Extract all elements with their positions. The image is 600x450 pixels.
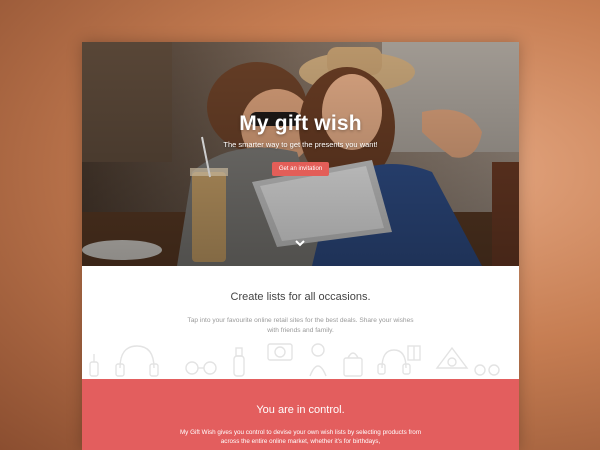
glasses-icon (185, 361, 217, 375)
control-section: You are in control. My Gift Wish gives y… (82, 379, 519, 450)
hero-title: My gift wish (239, 112, 362, 135)
headphones-icon (377, 349, 411, 375)
gift-icon (407, 345, 421, 361)
gift-icon (435, 346, 469, 369)
bottle-icon (89, 354, 99, 377)
bottle-icon (233, 347, 245, 377)
hero-photo (82, 42, 519, 266)
baby-icon (309, 343, 327, 377)
occasions-text: Tap into your favourite online retail si… (187, 317, 414, 334)
headphones-icon (115, 345, 159, 377)
camera-icon (267, 343, 293, 361)
hero-section: My gift wish The smarter way to get the … (82, 42, 519, 266)
occasions-title: Create lists for all occasions. (230, 291, 371, 303)
page-frame: My gift wish The smarter way to get the … (82, 42, 519, 450)
glasses-icon (474, 364, 500, 376)
bag-icon (343, 352, 363, 377)
occasion-icons-row (89, 343, 500, 377)
control-text: My Gift Wish gives you control to devise… (179, 429, 422, 445)
hero-subtitle: The smarter way to get the presents you … (223, 140, 378, 149)
occasions-section: Create lists for all occasions. Tap into… (82, 266, 519, 379)
chevron-down-icon[interactable] (295, 239, 305, 247)
get-invitation-button[interactable]: Get an invitation (272, 162, 329, 176)
control-title: You are in control. (256, 404, 345, 416)
